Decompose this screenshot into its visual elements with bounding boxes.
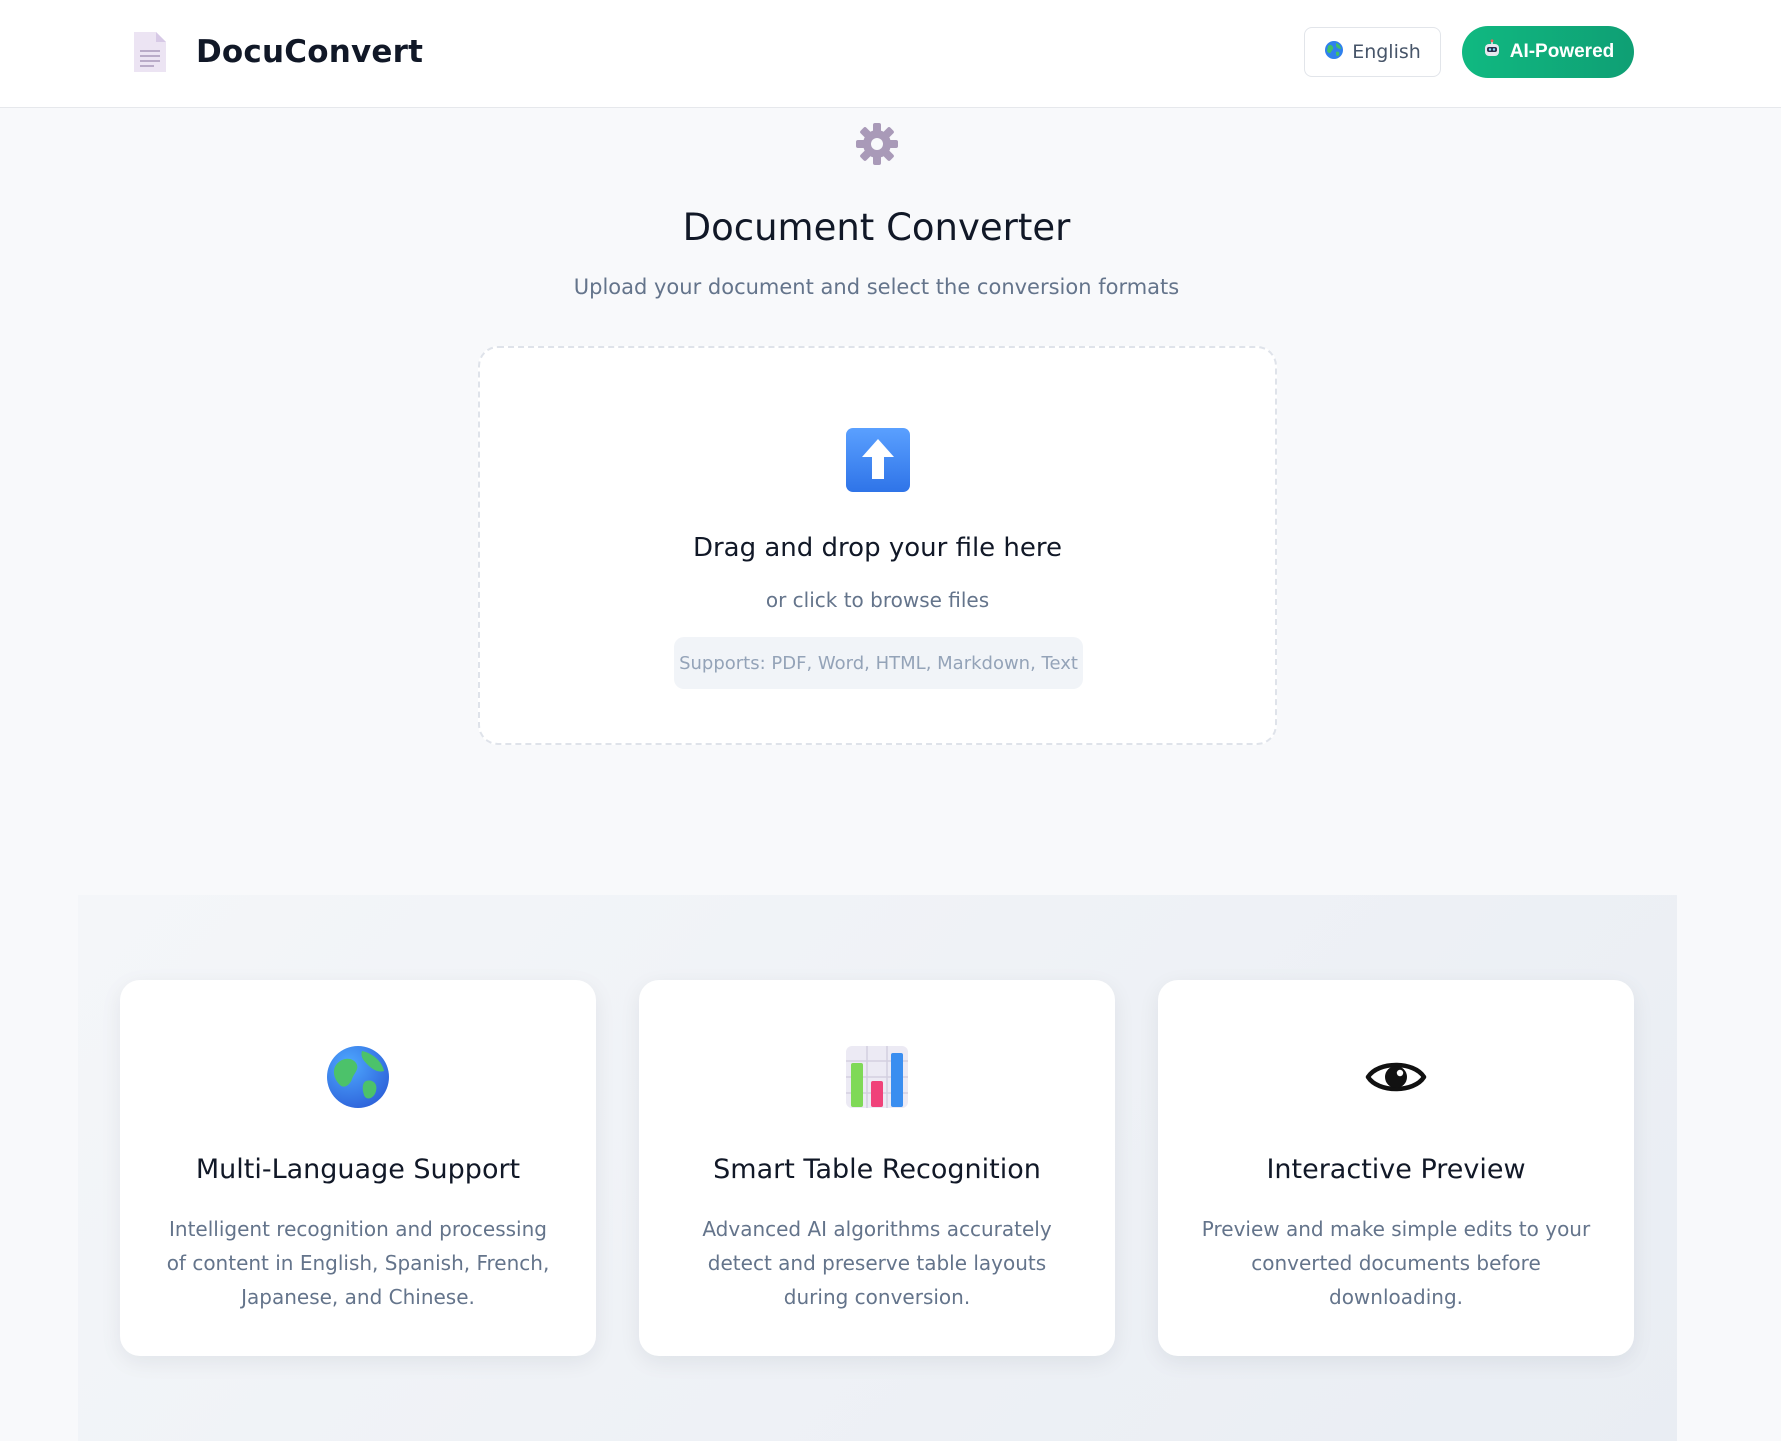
dropzone-title: Drag and drop your file here (692, 533, 1063, 563)
language-selector-button[interactable]: English (1304, 27, 1441, 77)
features-section: Multi-Language Support Intelligent recog… (78, 895, 1677, 1441)
feature-card-multi-language: Multi-Language Support Intelligent recog… (120, 980, 596, 1356)
globe-icon (1324, 40, 1344, 65)
top-navbar: DocuConvert English AI-Powered (0, 0, 1781, 108)
file-dropzone[interactable]: Drag and drop your file here or click to… (478, 346, 1277, 745)
supported-formats-badge: Supports: PDF, Word, HTML, Markdown, Tex… (674, 637, 1083, 689)
feature-description: Preview and make simple edits to your co… (1201, 1217, 1591, 1309)
feature-card-interactive-preview: Interactive Preview Preview and make sim… (1158, 980, 1634, 1356)
page-subtitle: Upload your document and select the conv… (573, 275, 1180, 299)
ai-powered-label: AI-Powered (1509, 41, 1615, 62)
eye-icon (1364, 1045, 1428, 1109)
robot-icon (1482, 39, 1502, 65)
feature-title: Multi-Language Support (195, 1154, 521, 1185)
document-icon (130, 28, 170, 76)
brand[interactable]: DocuConvert (130, 28, 423, 76)
up-arrow-icon (845, 427, 911, 493)
feature-title: Interactive Preview (1266, 1154, 1526, 1185)
ai-powered-badge[interactable]: AI-Powered (1462, 26, 1634, 78)
brand-name: DocuConvert (196, 34, 424, 70)
feature-description: Advanced AI algorithms accurately detect… (702, 1217, 1052, 1309)
gear-icon (855, 122, 899, 166)
language-label: English (1352, 41, 1421, 63)
browse-files-link[interactable]: or click to browse files (480, 588, 1275, 612)
feature-title: Smart Table Recognition (713, 1154, 1041, 1185)
globe-icon (326, 1045, 390, 1109)
bar-chart-icon (845, 1045, 909, 1109)
page-title: Document Converter (682, 206, 1071, 249)
feature-card-smart-table: Smart Table Recognition Advanced AI algo… (639, 980, 1115, 1356)
feature-description: Intelligent recognition and processing o… (166, 1217, 550, 1309)
